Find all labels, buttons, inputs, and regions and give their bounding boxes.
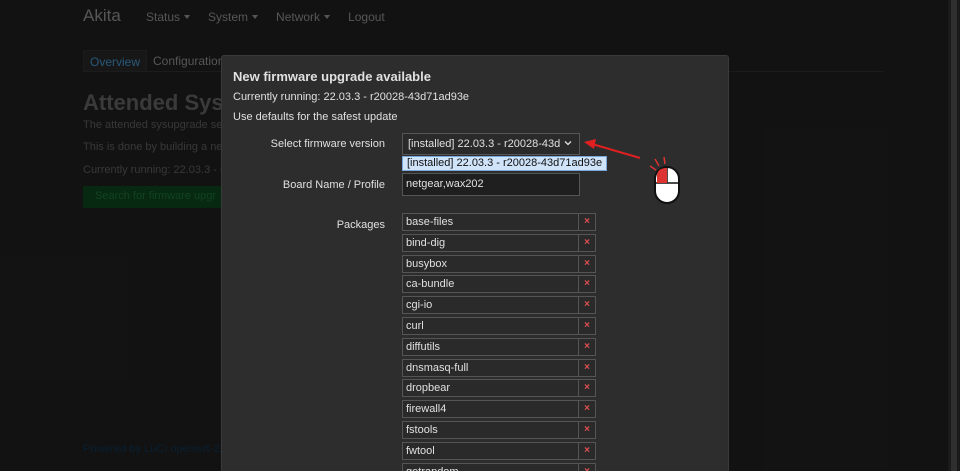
package-row: firewall4 × [402,400,596,419]
page-scrollbar[interactable] [948,0,960,471]
package-name-field[interactable]: fwtool [402,441,579,460]
scrollbar-thumb[interactable] [951,0,957,471]
packages-label: Packages [336,219,385,231]
remove-package-button[interactable]: × [579,254,596,273]
firmware-version-select[interactable]: [installed] 22.03.3 - r20028-43d [402,133,580,155]
package-row: diffutils × [402,337,596,356]
package-name-field[interactable]: diffutils [402,337,579,356]
board-profile-label: Board Name / Profile [282,179,385,191]
remove-package-button[interactable]: × [579,317,596,335]
running-version-text: Currently running: 22.03.3 - r20028-43d7… [233,91,470,103]
package-name-field[interactable]: busybox [402,254,579,273]
package-name-field[interactable]: firewall4 [402,400,579,419]
package-row: ca-bundle × [402,275,596,294]
remove-package-button[interactable]: × [579,275,596,294]
package-row: fstools × [402,421,596,439]
package-row: curl × [402,317,596,335]
firmware-version-label: Select firmware version [270,138,385,150]
remove-package-button[interactable]: × [579,462,596,471]
defaults-note-text: Use defaults for the safest update [233,111,398,123]
remove-package-button[interactable]: × [579,337,596,356]
remove-package-button[interactable]: × [579,400,596,419]
package-row: dropbear × [402,379,596,398]
modal-title: New firmware upgrade available [233,69,431,84]
package-row: busybox × [402,254,596,273]
chevron-down-icon [564,141,572,146]
package-row: cgi-io × [402,296,596,315]
firmware-upgrade-modal: New firmware upgrade available Currently… [221,55,729,471]
package-name-field[interactable]: fstools [402,421,579,439]
package-name-field[interactable]: curl [402,317,579,335]
package-row: bind-dig × [402,233,596,252]
firmware-version-value: [installed] 22.03.3 - r20028-43d [408,138,561,150]
package-name-field[interactable]: dnsmasq-full [402,358,579,377]
remove-package-button[interactable]: × [579,233,596,252]
remove-package-button[interactable]: × [579,421,596,439]
remove-package-button[interactable]: × [579,441,596,460]
package-row: fwtool × [402,441,596,460]
remove-package-button[interactable]: × [579,379,596,398]
package-name-field[interactable]: dropbear [402,379,579,398]
remove-package-button[interactable]: × [579,213,596,231]
package-row: base-files × [402,213,596,231]
board-profile-input[interactable]: netgear,wax202 [402,173,580,196]
page: Akita Status System Network Logout Overv… [0,0,960,471]
package-name-field[interactable]: getrandom [402,462,579,471]
package-row: getrandom× [402,462,596,471]
package-name-field[interactable]: bind-dig [402,233,579,252]
package-name-field[interactable]: base-files [402,213,579,231]
package-name-field[interactable]: ca-bundle [402,275,579,294]
package-row: dnsmasq-full × [402,358,596,377]
package-name-field[interactable]: cgi-io [402,296,579,315]
remove-package-button[interactable]: × [579,358,596,377]
remove-package-button[interactable]: × [579,296,596,315]
firmware-version-option[interactable]: [installed] 22.03.3 - r20028-43d71ad93e [402,156,607,171]
